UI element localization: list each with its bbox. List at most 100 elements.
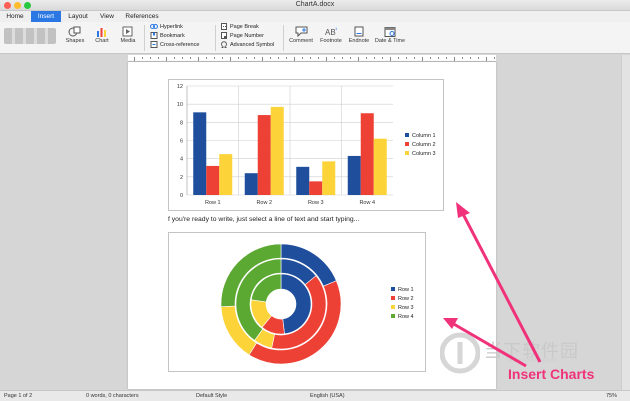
advanced-symbol-button[interactable]: Advanced Symbol: [220, 41, 274, 49]
watermark-url: www.downxia.com: [508, 358, 558, 364]
blurred-ribbon-buttons[interactable]: [4, 28, 56, 44]
y-tick-label: 8: [180, 120, 183, 126]
ruler-tick: [310, 57, 311, 59]
ruler-tick: [430, 57, 431, 59]
ribbon-separator: [283, 25, 284, 51]
calendar-icon: [384, 27, 396, 37]
ruler-tick: [214, 57, 215, 59]
media-button[interactable]: Media: [118, 26, 138, 44]
vertical-scrollbar[interactable]: [621, 55, 630, 390]
tab-references[interactable]: References: [122, 11, 162, 22]
legend-label: Column 1: [412, 133, 436, 139]
y-tick-label: 0: [180, 193, 183, 199]
chart-button[interactable]: Chart: [92, 26, 112, 44]
bar: [193, 112, 207, 195]
legend-label: Column 3: [412, 151, 436, 157]
status-bar: Page 1 of 2 0 words, 0 characters Defaul…: [0, 390, 630, 401]
endnote-label: Endnote: [348, 38, 370, 44]
legend-label: Row 3: [398, 305, 414, 311]
page-number-icon: [221, 32, 227, 40]
ruler-tick: [230, 57, 231, 61]
ruler-tick: [366, 57, 367, 59]
ruler-tick: [182, 57, 183, 59]
window-title: ChartA.docx: [295, 1, 335, 8]
bar: [373, 138, 387, 195]
page-break-button[interactable]: Page Break: [220, 23, 259, 31]
footnote-button[interactable]: AB 1 Footnote: [318, 26, 344, 44]
chart-label: Chart: [95, 38, 109, 44]
shapes-button[interactable]: Shapes: [64, 26, 86, 44]
body-text[interactable]: f you're ready to write, just select a l…: [168, 216, 359, 223]
legend-swatch: [391, 287, 395, 291]
svg-text:1: 1: [335, 26, 338, 31]
cross-reference-button[interactable]: Cross-reference: [150, 41, 199, 49]
legend-swatch: [405, 142, 409, 146]
x-tick-label: Row 3: [308, 200, 324, 206]
tab-view[interactable]: View: [96, 11, 118, 22]
comment-icon: [295, 26, 307, 37]
language[interactable]: English (USA): [310, 393, 345, 399]
ruler-tick: [470, 57, 471, 59]
tab-layout[interactable]: Layout: [64, 11, 92, 22]
date-time-button[interactable]: Date & Time: [374, 26, 406, 44]
bar: [244, 173, 258, 195]
ruler-tick: [342, 57, 343, 59]
ruler-tick: [286, 57, 287, 59]
endnote-button[interactable]: Endnote: [347, 26, 371, 44]
ruler-tick: [294, 57, 295, 61]
y-tick-label: 6: [180, 139, 183, 145]
doughnut-chart[interactable]: Row 1 Row 2 Row 3 Row 4: [168, 232, 426, 372]
ruler-tick: [254, 57, 255, 59]
ruler-tick: [246, 57, 247, 59]
ruler-tick: [150, 57, 151, 59]
ruler-tick: [318, 57, 319, 59]
cross-reference-icon: [150, 41, 158, 49]
bookmark-button[interactable]: Bookmark: [150, 32, 185, 40]
ruler-tick: [262, 57, 263, 61]
comment-button[interactable]: Comment: [288, 26, 314, 44]
page-count[interactable]: Page 1 of 2: [4, 393, 32, 399]
legend-swatch: [405, 133, 409, 137]
tab-home[interactable]: Home: [2, 11, 28, 22]
page-number-button[interactable]: Page Number: [220, 32, 264, 40]
ruler-tick: [398, 57, 399, 59]
ruler-tick: [494, 57, 495, 59]
y-tick-label: 10: [177, 102, 183, 108]
ruler-tick: [478, 57, 479, 59]
bar: [219, 154, 233, 195]
paragraph-style[interactable]: Default Style: [196, 393, 227, 399]
word-count[interactable]: 0 words, 0 characters: [86, 393, 139, 399]
date-time-label: Date & Time: [374, 38, 406, 44]
media-label: Media: [120, 38, 136, 44]
bar: [360, 113, 374, 195]
legend-swatch: [391, 296, 395, 300]
media-icon: [122, 26, 133, 37]
zoom-level[interactable]: 75%: [606, 393, 617, 399]
ruler-tick: [406, 57, 407, 59]
legend-label: Column 2: [412, 142, 436, 148]
comment-label: Comment: [289, 38, 313, 44]
bar-chart[interactable]: 0 2 4 6 8 10 12 Row 1 Row 2 Row 3 Row 4 Column 1 Col…: [168, 79, 444, 211]
ruler-tick: [190, 57, 191, 59]
y-tick-label: 2: [180, 175, 183, 181]
ruler-tick: [462, 57, 463, 59]
x-tick-label: Row 1: [205, 200, 221, 206]
bar: [322, 161, 336, 195]
bar: [296, 166, 310, 195]
horizontal-ruler[interactable]: [128, 55, 496, 62]
ruler-tick: [278, 57, 279, 59]
bar-chart-svg: 0 2 4 6 8 10 12 Row 1 Row 2 Row 3 Row 4 Column 1 Col…: [177, 84, 436, 206]
page-number-label: Page Number: [230, 33, 264, 39]
bar: [257, 115, 271, 195]
x-tick-label: Row 4: [359, 200, 375, 206]
ruler-tick: [166, 57, 167, 61]
shapes-label: Shapes: [65, 38, 85, 44]
ruler-tick: [334, 57, 335, 59]
bar: [309, 181, 323, 195]
ruler-tick: [446, 57, 447, 59]
hyperlink-button[interactable]: Hyperlink: [150, 23, 183, 31]
tab-insert[interactable]: Insert: [31, 11, 61, 22]
ruler-tick: [142, 57, 143, 59]
ruler-tick: [414, 57, 415, 59]
legend-label: Row 2: [398, 296, 414, 302]
